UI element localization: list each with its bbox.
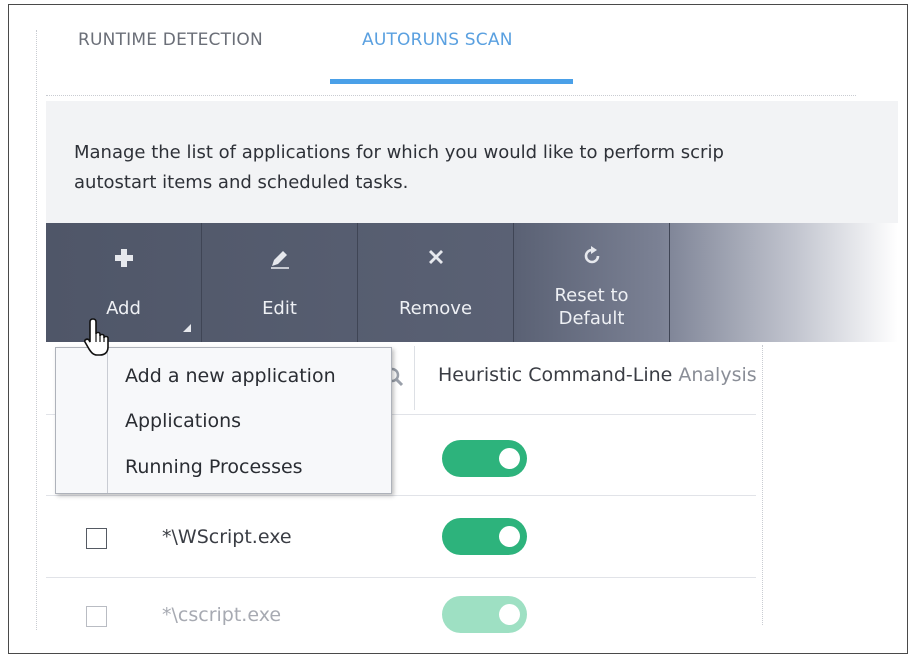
remove-button[interactable]: Remove	[358, 223, 514, 342]
remove-button-label: Remove	[398, 298, 473, 319]
hand-cursor-icon	[84, 317, 118, 361]
plus-icon	[46, 247, 201, 271]
add-dropdown-menu: Add a new application Applications Runni…	[55, 347, 392, 494]
reset-button-label-line-1: Reset to	[554, 285, 629, 306]
row-checkbox[interactable]	[86, 606, 107, 627]
row-divider	[46, 495, 756, 496]
add-button[interactable]: Add	[46, 223, 202, 342]
add-button-label: Add	[106, 298, 141, 319]
menu-item-add-new-application[interactable]: Add a new application	[125, 365, 336, 387]
toggle-knob	[499, 604, 520, 625]
dotted-guide	[36, 30, 37, 630]
row-app-name: *\cscript.exe	[162, 604, 282, 626]
tab-autoruns-scan[interactable]: AUTORUNS SCAN	[362, 30, 513, 50]
toggle-knob	[499, 526, 520, 547]
column-header-heuristic-analysis[interactable]: Heuristic Command-Line Analysis	[438, 364, 757, 386]
description-line-1: Manage the list of applications for whic…	[74, 142, 724, 163]
x-icon	[358, 247, 513, 271]
dotted-guide	[46, 95, 856, 96]
heuristic-toggle[interactable]	[442, 518, 527, 555]
description-line-2: autostart items and scheduled tasks.	[74, 172, 409, 193]
row-checkbox[interactable]	[86, 528, 107, 549]
tab-runtime-detection[interactable]: RUNTIME DETECTION	[78, 30, 263, 50]
heuristic-toggle[interactable]	[442, 596, 527, 633]
dropdown-caret-icon	[183, 324, 191, 332]
reset-to-default-button[interactable]: Reset to Default	[514, 223, 670, 342]
edit-button-label: Edit	[262, 298, 297, 319]
refresh-icon	[514, 245, 669, 269]
column-divider	[414, 346, 415, 410]
pencil-icon	[202, 247, 357, 271]
description-text: Manage the list of applications for whic…	[74, 138, 724, 198]
menu-item-applications[interactable]: Applications	[125, 410, 241, 432]
reset-button-label-line-2: Default	[558, 308, 625, 329]
column-header-main: Heuristic Command-Line	[438, 364, 673, 386]
row-divider	[46, 577, 756, 578]
column-header-fade: Analysis	[672, 364, 757, 386]
toolbar: Add Edit Remove Reset to Default	[46, 223, 898, 342]
edit-button[interactable]: Edit	[202, 223, 358, 342]
heuristic-toggle[interactable]	[442, 440, 527, 477]
menu-item-running-processes[interactable]: Running Processes	[125, 456, 303, 478]
row-app-name: *\WScript.exe	[162, 526, 292, 548]
active-tab-indicator	[330, 79, 573, 84]
menu-gutter	[107, 348, 108, 493]
toggle-knob	[499, 448, 520, 469]
